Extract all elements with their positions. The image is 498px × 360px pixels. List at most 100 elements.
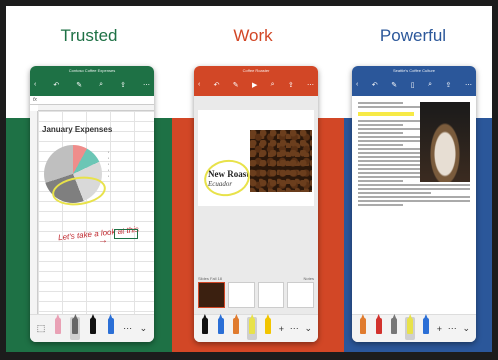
pen-tool-orange[interactable]: [231, 317, 241, 340]
pen-tool-blue[interactable]: [216, 317, 226, 340]
search-icon[interactable]: ⌕: [428, 81, 432, 91]
text-line: [358, 188, 470, 190]
more-icon[interactable]: ⋯: [290, 323, 299, 334]
word-ink-toolbar: + ⋯ ⌄: [352, 314, 476, 342]
pen-icon: [375, 318, 382, 334]
play-icon[interactable]: ▶: [252, 81, 257, 91]
selected-cell[interactable]: [114, 229, 138, 239]
pen-icon: [89, 318, 96, 334]
excel-ink-toolbar: ⬚ ⋯ ⌄: [30, 314, 154, 342]
chevron-left-icon[interactable]: ‹: [356, 81, 358, 91]
pen-tool-yellow[interactable]: [263, 317, 273, 340]
current-slide[interactable]: New Roast Ecuador: [198, 110, 314, 206]
text-line: [358, 200, 470, 202]
chevron-left-icon[interactable]: ‹: [34, 81, 36, 91]
add-icon[interactable]: +: [279, 324, 284, 334]
powerpoint-doc-title: Coffee Roaster: [242, 68, 270, 73]
more-icon[interactable]: ⋯: [448, 323, 457, 334]
heading-trusted: Trusted: [60, 26, 118, 45]
coffee-cup-image[interactable]: [420, 102, 470, 182]
pen-tool-blue[interactable]: [421, 317, 431, 340]
pen-icon: [72, 318, 79, 334]
chevron-left-icon[interactable]: ‹: [198, 81, 200, 91]
eraser-icon: [54, 318, 61, 334]
document-page[interactable]: [352, 96, 476, 314]
highlighter-icon: [249, 318, 256, 334]
powerpoint-toolbar: Coffee Roaster ‹ ↶ ✎ ▶ ⌕ ⇪ ⋯: [194, 66, 318, 96]
chart-legend: ▪ ▪ ▪ ▪ ▪: [108, 150, 110, 178]
pen-icon: [359, 318, 366, 334]
draw-icon[interactable]: ✎: [76, 81, 82, 91]
share-icon[interactable]: ⇪: [446, 81, 452, 91]
chevron-down-icon[interactable]: ⌄: [140, 323, 148, 334]
pen-icon: [201, 318, 208, 334]
text-line: [358, 132, 403, 134]
ink-circle: [201, 156, 253, 200]
highlighted-text: [358, 112, 414, 116]
pen-tool-black[interactable]: [88, 317, 98, 340]
heading-work: Work: [233, 26, 273, 45]
undo-icon[interactable]: ↶: [214, 81, 220, 91]
more-icon[interactable]: ⋯: [143, 81, 150, 91]
slide-area: New Roast Ecuador Slides Fall 18 Notes: [194, 96, 318, 314]
pen-tool-gray[interactable]: [389, 317, 399, 340]
word-doc-title: Seattle's Coffee Culture: [392, 68, 436, 73]
highlighter-tool[interactable]: [405, 317, 416, 340]
page-view-icon[interactable]: ▯: [411, 81, 415, 91]
text-line: [358, 102, 403, 104]
draw-icon[interactable]: ✎: [233, 81, 239, 91]
share-icon[interactable]: ⇪: [120, 81, 126, 91]
slide-thumbnail[interactable]: [287, 282, 314, 308]
spreadsheet[interactable]: January Expenses ▪ ▪ ▪ ▪ ▪ Let's take a look…: [30, 105, 154, 314]
word-toolbar: Seattle's Coffee Culture ‹ ↶ ✎ ▯ ⌕ ⇪ ⋯: [352, 66, 476, 96]
chevron-down-icon[interactable]: ⌄: [305, 323, 313, 334]
add-icon[interactable]: +: [437, 324, 442, 334]
pen-tool-gray[interactable]: [70, 317, 81, 340]
share-icon[interactable]: ⇪: [288, 81, 294, 91]
pen-tool-black[interactable]: [200, 317, 210, 340]
pen-icon: [264, 318, 271, 334]
text-line: [358, 124, 403, 126]
excel-toolbar: Contoso Coffee Expenses ‹ ↶ ✎ ⌕ ⇪ ⋯: [30, 66, 154, 96]
highlighter-tool[interactable]: [247, 317, 258, 340]
chart-title: January Expenses: [42, 125, 113, 134]
cell-grid[interactable]: [38, 111, 154, 314]
text-line: [358, 204, 403, 206]
pen-tool-blue[interactable]: [106, 317, 116, 340]
slide-thumbnail[interactable]: [227, 282, 255, 308]
promo-stage: Trusted Work Powerful Contoso Coffee Exp…: [6, 6, 492, 352]
undo-icon[interactable]: ↶: [372, 81, 378, 91]
thumbnails-label: Slides Fall 18: [198, 276, 223, 281]
more-icon[interactable]: ⋯: [465, 81, 472, 91]
search-icon[interactable]: ⌕: [99, 81, 103, 91]
more-icon[interactable]: ⋯: [307, 81, 314, 91]
highlighter-icon: [407, 318, 414, 334]
heading-powerful: Powerful: [379, 26, 447, 45]
pen-icon: [107, 318, 114, 334]
lasso-icon[interactable]: ⬚: [37, 323, 46, 334]
pen-icon: [422, 318, 429, 334]
pen-icon: [233, 318, 240, 334]
coffee-beans-image[interactable]: [250, 130, 312, 192]
pen-icon: [217, 318, 224, 334]
draw-icon[interactable]: ✎: [391, 81, 397, 91]
powerpoint-phone: Coffee Roaster ‹ ↶ ✎ ▶ ⌕ ⇪ ⋯ New Roast E…: [194, 66, 318, 342]
eraser-tool[interactable]: [53, 317, 63, 340]
text-line: [358, 192, 431, 194]
undo-icon[interactable]: ↶: [53, 81, 59, 91]
word-phone: Seattle's Coffee Culture ‹ ↶ ✎ ▯ ⌕ ⇪ ⋯ +…: [352, 66, 476, 342]
slide-thumbnail[interactable]: [198, 282, 225, 308]
text-line: [358, 144, 403, 146]
slide-thumbnail[interactable]: [257, 282, 285, 308]
formula-bar[interactable]: fx: [30, 96, 154, 105]
chevron-down-icon[interactable]: ⌄: [463, 323, 471, 334]
pen-tool-orange[interactable]: [358, 317, 368, 340]
slide-thumbnails: [198, 282, 314, 308]
pen-tool-red[interactable]: [374, 317, 384, 340]
powerpoint-ink-toolbar: + ⋯ ⌄: [194, 314, 318, 342]
text-line: [358, 196, 470, 198]
more-icon[interactable]: ⋯: [123, 323, 132, 334]
notes-toggle[interactable]: Notes: [304, 276, 314, 281]
search-icon[interactable]: ⌕: [271, 81, 275, 91]
excel-phone: Contoso Coffee Expenses ‹ ↶ ✎ ⌕ ⇪ ⋯ fx J…: [30, 66, 154, 342]
